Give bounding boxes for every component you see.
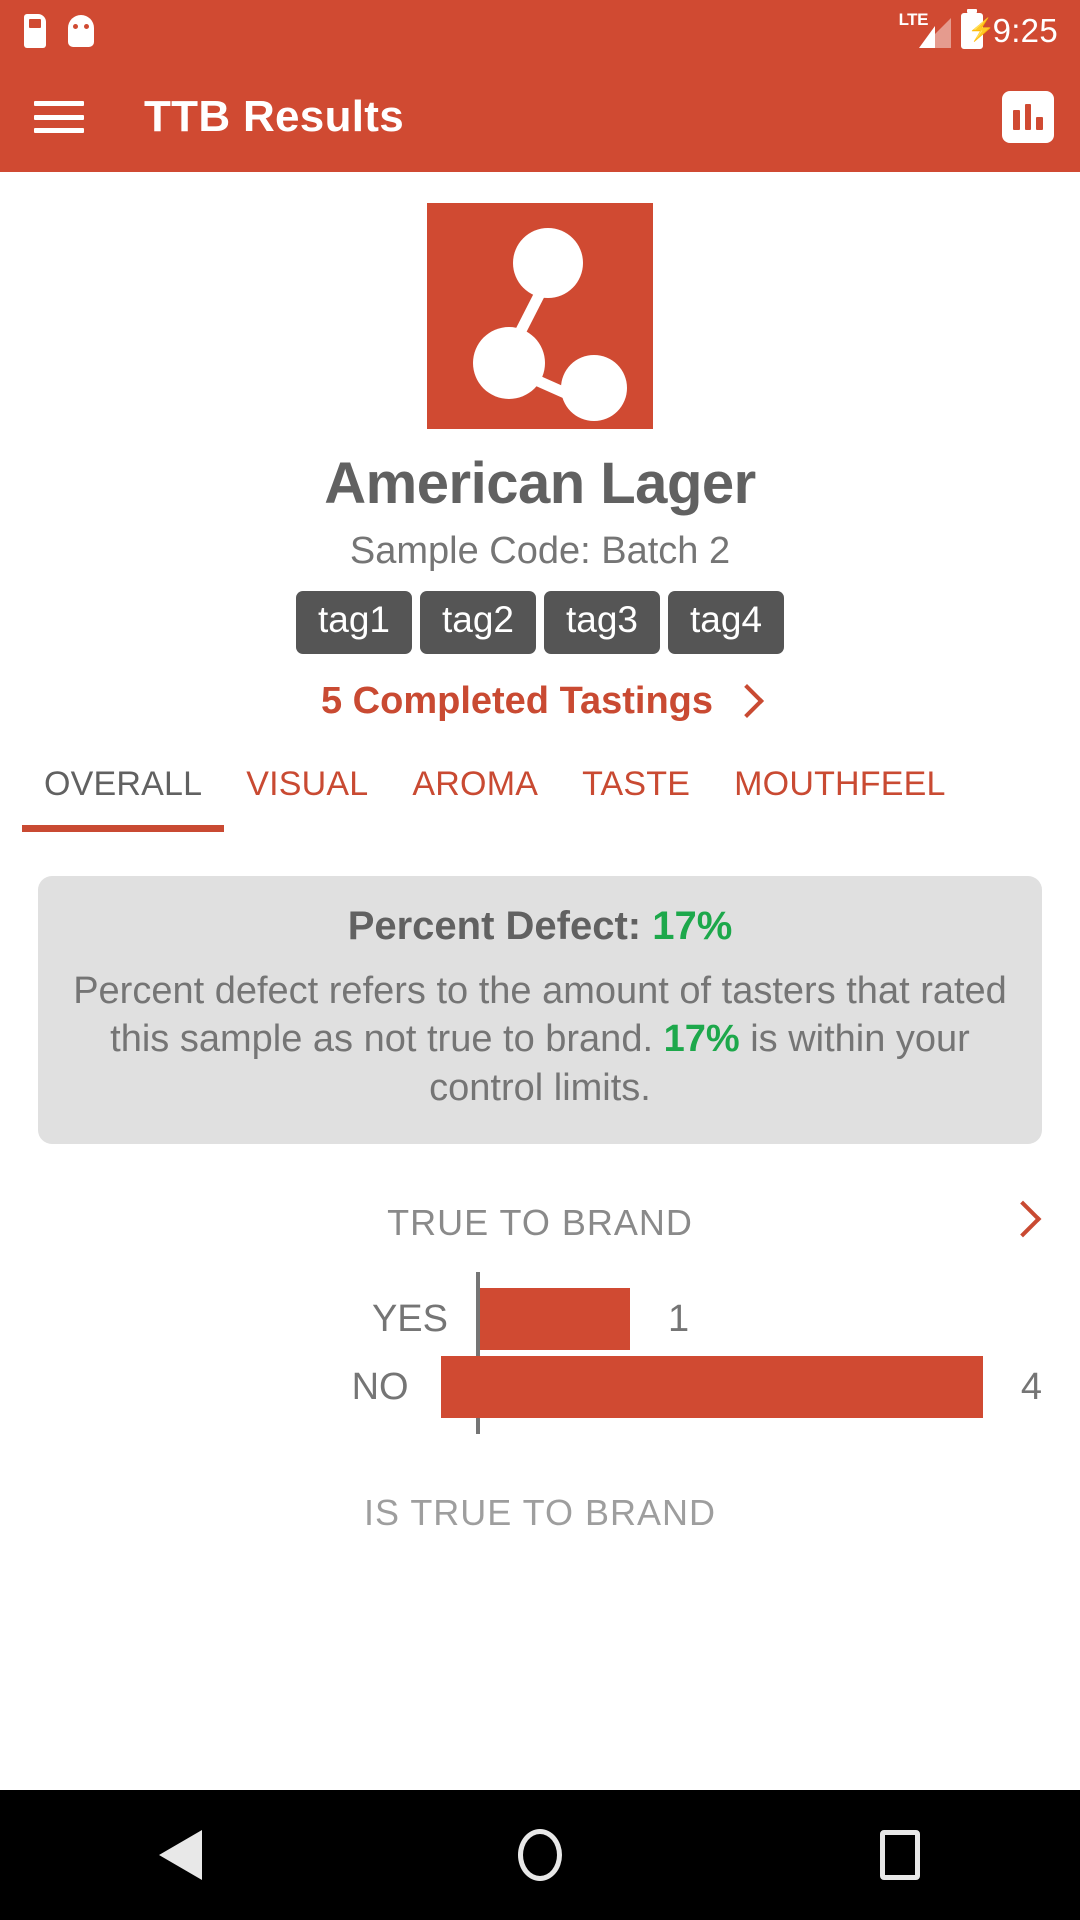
chart-caption: IS TRUE TO BRAND <box>363 1492 717 1534</box>
chart-value-label: 1 <box>668 1297 690 1340</box>
logo-node <box>513 228 583 298</box>
sample-logo-container <box>0 172 1080 429</box>
home-circle-icon <box>518 1829 562 1881</box>
chart-detail-link[interactable] <box>1004 1201 1042 1238</box>
sd-card-icon <box>24 14 46 48</box>
bar-chart-icon[interactable] <box>1002 91 1054 143</box>
tag-list: tag1 tag2 tag3 tag4 <box>0 591 1080 654</box>
completed-tastings-label: 5 Completed Tastings <box>320 679 714 722</box>
chart-bar-no[interactable] <box>440 1356 983 1419</box>
chart-bar <box>1024 104 1032 130</box>
signal-bars-fill-icon <box>918 26 935 48</box>
tab-aroma[interactable]: AROMA <box>390 755 560 804</box>
completed-tastings-link[interactable]: 5 Completed Tastings <box>0 680 1080 723</box>
chart-bar <box>1013 110 1020 130</box>
home-button[interactable] <box>480 1790 600 1920</box>
battery-bolt-glyph: ⚡ <box>967 17 995 42</box>
percent-defect-heading: Percent Defect: 17% <box>72 904 1008 949</box>
percent-defect-value: 17% <box>652 903 733 948</box>
percent-defect-label: Percent Defect: <box>347 903 653 948</box>
hamburger-menu-icon[interactable] <box>34 97 84 137</box>
status-bar-clock: 9:25 <box>992 12 1058 49</box>
page-title: TTB Results <box>144 92 404 141</box>
hamburger-line <box>34 101 84 106</box>
sample-code: Sample Code: Batch 2 <box>349 530 731 572</box>
chart-plot-area: YES 1 NO 4 <box>38 1272 1042 1435</box>
hamburger-line <box>34 128 84 133</box>
percent-defect-card: Percent Defect: 17% Percent defect refer… <box>38 875 1042 1145</box>
android-robot-icon <box>68 15 94 47</box>
chart-bar-row: YES 1 <box>38 1288 1042 1351</box>
app-root: LTE ⚡ 9:25 TTB Results American Lager Sa… <box>0 0 1080 1920</box>
hamburger-line <box>34 114 84 120</box>
molecule-network-logo <box>427 203 653 429</box>
chart-title: TRUE TO BRAND <box>387 1202 693 1244</box>
status-bar: LTE ⚡ 9:25 <box>0 0 1080 62</box>
tab-overall[interactable]: OVERALL <box>22 755 225 832</box>
percent-defect-description: Percent defect refers to the amount of t… <box>72 967 1008 1113</box>
back-triangle-icon <box>158 1830 202 1880</box>
chart-value-label: 4 <box>1020 1365 1042 1408</box>
true-to-brand-chart: TRUE TO BRAND YES 1 NO 4 IS TRUE TO BRAN… <box>0 1201 1080 1534</box>
tab-bar: OVERALL VISUAL AROMA TASTE MOUTHFEEL <box>0 755 1080 832</box>
status-bar-left-icons <box>24 14 94 48</box>
recents-button[interactable] <box>840 1790 960 1920</box>
chart-category-label: YES <box>371 1297 448 1340</box>
lte-signal-icon: LTE <box>899 10 951 50</box>
chart-bar-row: NO 4 <box>38 1356 1042 1419</box>
tab-mouthfeel[interactable]: MOUTHFEEL <box>712 755 967 804</box>
android-navigation-bar <box>0 1790 1080 1920</box>
tag-chip[interactable]: tag2 <box>419 591 536 654</box>
chart-category-label: NO <box>351 1365 409 1408</box>
tag-chip[interactable]: tag4 <box>668 591 785 654</box>
chevron-right-icon <box>1004 1201 1042 1238</box>
description-percent-value: 17% <box>663 1018 740 1061</box>
sample-name: American Lager <box>324 451 756 516</box>
battery-charging-icon: ⚡ <box>960 13 995 49</box>
back-button[interactable] <box>120 1790 240 1920</box>
chart-header: TRUE TO BRAND <box>38 1201 1042 1256</box>
chevron-right-icon <box>730 684 764 719</box>
app-bar: TTB Results <box>0 62 1080 172</box>
chart-bar <box>1036 117 1044 130</box>
chart-bar-yes[interactable] <box>480 1288 630 1351</box>
status-bar-right-icons: LTE ⚡ 9:25 <box>899 10 1058 50</box>
logo-node <box>561 355 627 421</box>
recents-square-icon <box>880 1830 920 1880</box>
tag-chip[interactable]: tag3 <box>544 591 661 654</box>
tab-visual[interactable]: VISUAL <box>224 755 390 804</box>
main-content: American Lager Sample Code: Batch 2 tag1… <box>0 172 1080 1790</box>
tab-taste[interactable]: TASTE <box>560 755 712 804</box>
tag-chip[interactable]: tag1 <box>295 591 412 654</box>
logo-node <box>473 327 545 399</box>
